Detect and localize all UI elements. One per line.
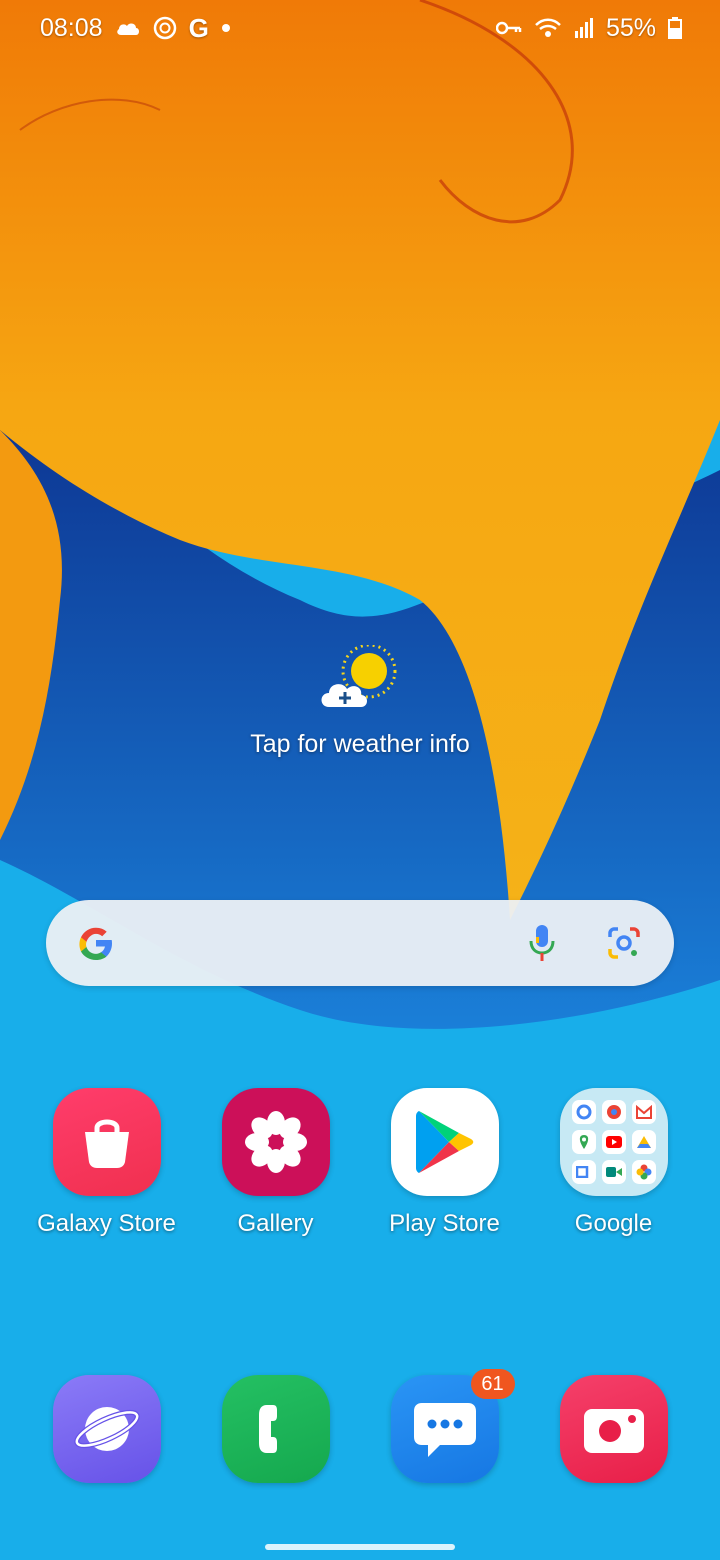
status-bar: 08:08 G 55%	[0, 0, 720, 56]
meet-icon	[571, 1160, 596, 1184]
chrome-icon	[601, 1100, 626, 1124]
flower-icon	[221, 1088, 330, 1196]
microphone-icon[interactable]	[516, 917, 568, 969]
notification-dot-icon	[221, 23, 231, 33]
drive-icon	[631, 1130, 656, 1154]
dock-camera[interactable]	[534, 1375, 694, 1483]
app-google-folder[interactable]: Google	[534, 1088, 694, 1238]
google-logo-icon	[70, 917, 122, 969]
home-gesture-bar[interactable]	[265, 1544, 455, 1550]
phone-handset-icon	[221, 1375, 330, 1483]
play-triangle-icon	[390, 1088, 499, 1196]
google-lens-icon[interactable]	[598, 917, 650, 969]
app-label: Gallery	[237, 1210, 314, 1237]
vpn-key-icon	[495, 20, 522, 36]
photos-icon	[631, 1160, 656, 1184]
dock-internet[interactable]	[27, 1375, 187, 1483]
app-galaxy-store[interactable]: Galaxy Store	[27, 1088, 187, 1238]
wifi-icon	[534, 17, 562, 39]
battery-percent: 55%	[605, 13, 656, 42]
google-folder-icon	[559, 1088, 668, 1196]
signal-icon	[574, 17, 594, 39]
chat-bubble-icon: 61	[390, 1369, 515, 1483]
cloud-icon	[115, 19, 141, 37]
shopping-bag-icon	[52, 1088, 161, 1196]
camera-icon	[559, 1375, 668, 1483]
unread-badge: 61	[470, 1369, 515, 1399]
gmail-icon	[631, 1100, 656, 1124]
google-g-icon: G	[188, 12, 209, 43]
google-search-bar[interactable]	[46, 900, 674, 986]
weather-prompt: Tap for weather info	[250, 730, 470, 758]
weather-partly-sunny-icon	[319, 643, 401, 716]
google-app-icon	[571, 1100, 596, 1124]
aperture-icon	[153, 16, 177, 40]
app-label: Google	[574, 1210, 653, 1237]
app-label: Galaxy Store	[37, 1210, 176, 1237]
maps-icon	[571, 1130, 596, 1154]
app-grid: Galaxy Store Gallery Play Store Google	[0, 1088, 720, 1238]
battery-icon	[668, 17, 682, 39]
youtube-icon	[601, 1130, 626, 1154]
app-label: Play Store	[389, 1210, 500, 1237]
app-play-store[interactable]: Play Store	[365, 1088, 525, 1238]
dock: 61	[0, 1369, 720, 1483]
duo-icon	[601, 1160, 626, 1184]
search-input[interactable]	[132, 912, 506, 974]
dock-messages[interactable]: 61	[365, 1369, 525, 1483]
wallpaper	[0, 0, 720, 1560]
weather-widget[interactable]: Tap for weather info	[0, 643, 720, 759]
dock-phone[interactable]	[196, 1375, 356, 1483]
app-gallery[interactable]: Gallery	[196, 1088, 356, 1238]
planet-icon	[52, 1375, 161, 1483]
clock: 08:08	[40, 13, 103, 42]
